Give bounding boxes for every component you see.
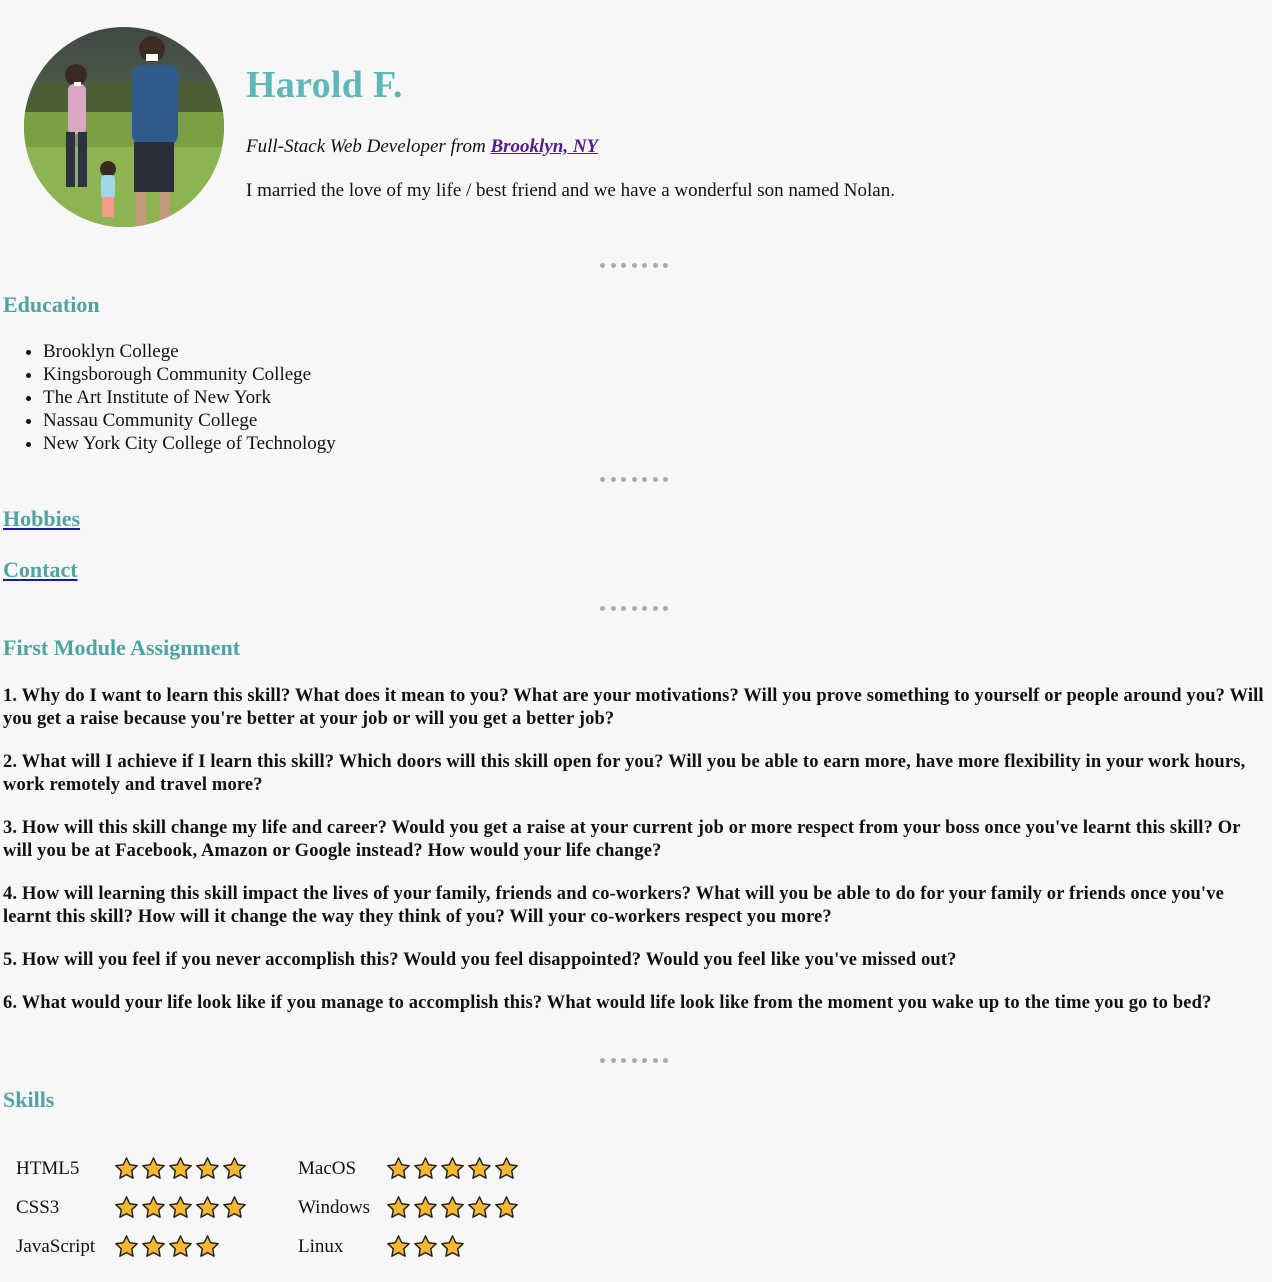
- star-icon: [115, 1235, 138, 1257]
- hobbies-link[interactable]: Hobbies: [3, 506, 80, 531]
- education-list: Brooklyn College Kingsborough Community …: [0, 340, 336, 455]
- education-item: The Art Institute of New York: [43, 386, 336, 409]
- star-icon: [387, 1157, 410, 1179]
- question-text: 3. How will this skill change my life an…: [3, 818, 1241, 861]
- star-icon: [387, 1235, 410, 1257]
- star-rating: [114, 1234, 274, 1259]
- star-rating: [114, 1195, 274, 1220]
- star-icon: [169, 1196, 192, 1218]
- star-icon: [142, 1157, 165, 1179]
- star-icon: [414, 1157, 437, 1179]
- skill-name: CSS3: [16, 1196, 60, 1218]
- assignment-questions: 1. Why do I want to learn this skill? Wh…: [3, 685, 1265, 1035]
- star-rating: [386, 1195, 546, 1220]
- star-icon: [223, 1157, 246, 1179]
- star-rating: [386, 1234, 546, 1259]
- skill-name: MacOS: [298, 1157, 357, 1179]
- star-icon: [414, 1235, 437, 1257]
- star-icon: [196, 1235, 219, 1257]
- star-icon: [441, 1196, 464, 1218]
- section-divider: [600, 1058, 668, 1064]
- skills-row: JavaScript Linux: [16, 1231, 546, 1262]
- skills-heading: Skills: [3, 1087, 55, 1112]
- education-item: Brooklyn College: [43, 340, 336, 363]
- section-divider: [600, 263, 668, 269]
- question-text: 4. How will learning this skill impact t…: [3, 884, 1224, 927]
- education-item: New York City College of Technology: [43, 432, 336, 455]
- star-icon: [468, 1196, 491, 1218]
- star-icon: [223, 1196, 246, 1218]
- section-divider: [600, 606, 668, 612]
- star-icon: [169, 1235, 192, 1257]
- profile-subtitle: Full-Stack Web Developer from Brooklyn, …: [246, 136, 598, 158]
- star-icon: [495, 1196, 518, 1218]
- skill-name: Linux: [298, 1235, 344, 1257]
- subtitle-text: Full-Stack Web Developer from: [246, 136, 486, 157]
- star-icon: [495, 1157, 518, 1179]
- question-text: 5. How will you feel if you never accomp…: [3, 950, 957, 970]
- star-icon: [169, 1157, 192, 1179]
- profile-bio: I married the love of my life / best fri…: [246, 180, 895, 201]
- star-icon: [468, 1157, 491, 1179]
- skills-table: HTML5 MacOS CSS3 Windows JavaScript Linux: [10, 1145, 552, 1270]
- star-icon: [196, 1157, 219, 1179]
- skill-name: HTML5: [16, 1157, 80, 1179]
- star-icon: [142, 1196, 165, 1218]
- star-icon: [387, 1196, 410, 1218]
- profile-header: Harold F. Full-Stack Web Developer from …: [0, 0, 1272, 245]
- star-icon: [414, 1196, 437, 1218]
- star-rating: [386, 1156, 546, 1181]
- education-item: Kingsborough Community College: [43, 363, 336, 386]
- skill-name: JavaScript: [16, 1235, 96, 1257]
- star-icon: [115, 1196, 138, 1218]
- location-link[interactable]: Brooklyn, NY: [490, 136, 598, 157]
- assignment-heading: First Module Assignment: [3, 635, 241, 660]
- skills-row: HTML5 MacOS: [16, 1153, 546, 1184]
- education-heading: Education: [3, 292, 100, 317]
- question-text: 1. Why do I want to learn this skill? Wh…: [3, 686, 1264, 729]
- section-divider: [600, 477, 668, 483]
- question-text: 6. What would your life look like if you…: [3, 993, 1212, 1013]
- star-icon: [441, 1157, 464, 1179]
- skills-row: CSS3 Windows: [16, 1192, 546, 1223]
- question-text: 2. What will I achieve if I learn this s…: [3, 752, 1246, 795]
- star-icon: [441, 1235, 464, 1257]
- star-icon: [115, 1157, 138, 1179]
- avatar-photo: [24, 27, 224, 227]
- star-icon: [142, 1235, 165, 1257]
- contact-heading: Contact: [3, 557, 78, 583]
- star-icon: [196, 1196, 219, 1218]
- education-item: Nassau Community College: [43, 409, 336, 432]
- profile-name: Harold F.: [246, 64, 403, 106]
- family-photo-image: [24, 27, 224, 227]
- star-rating: [114, 1156, 274, 1181]
- hobbies-heading: Hobbies: [3, 506, 80, 532]
- contact-link[interactable]: Contact: [3, 557, 78, 582]
- skill-name: Windows: [298, 1196, 371, 1218]
